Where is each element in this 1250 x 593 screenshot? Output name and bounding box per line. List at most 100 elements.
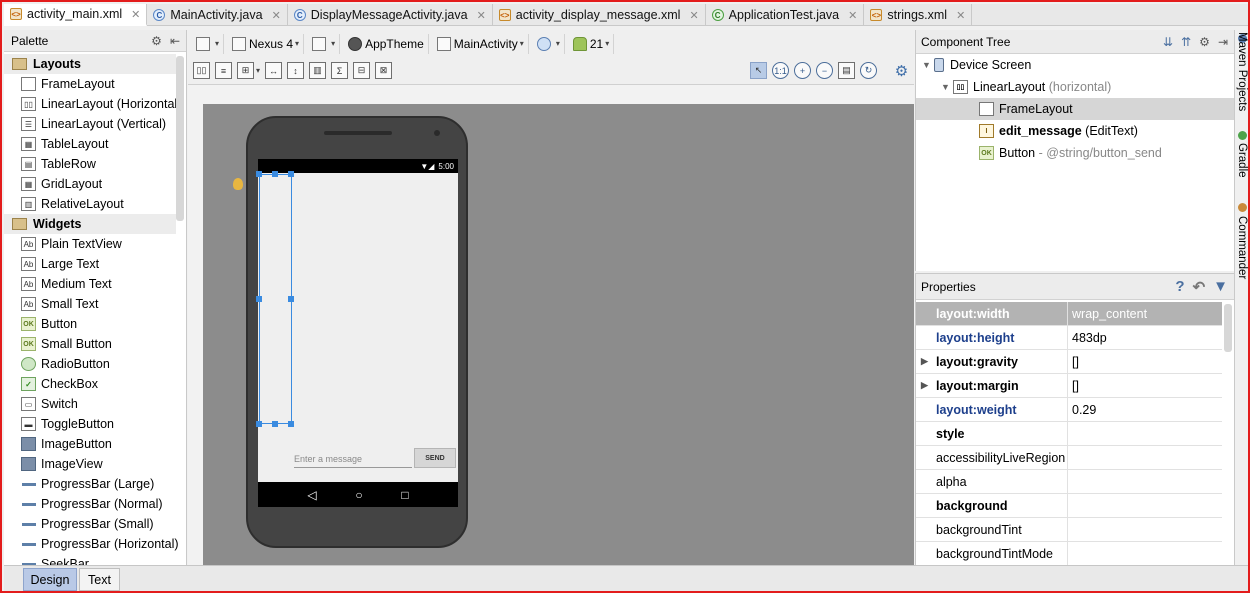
device-screen[interactable]: ▼◢ 5:00 Enter a message SEND ◁ ○ □ <box>256 159 458 507</box>
property-row[interactable]: backgroundTintMode <box>916 541 1222 565</box>
palette-item[interactable]: ☰ LinearLayout (Vertical) <box>4 114 176 134</box>
property-row[interactable]: layout:weight 0.29 <box>916 397 1222 422</box>
orientation-dropdown[interactable]: ▾ <box>308 33 341 54</box>
properties-scrollbar[interactable] <box>1224 304 1232 352</box>
device-dropdown[interactable]: Nexus 4 ▾ <box>228 33 305 54</box>
gear-icon[interactable]: ⚙ <box>151 34 162 48</box>
palette-item[interactable]: OK Button <box>4 314 176 334</box>
locale-dropdown[interactable]: ▾ <box>533 33 565 54</box>
maven-projects-tab[interactable]: Maven Projects <box>1236 32 1248 111</box>
gradle-tab[interactable]: Gradle <box>1236 143 1248 178</box>
palette-item[interactable]: OK Small Button <box>4 334 176 354</box>
undo-icon[interactable]: ↶ <box>1193 278 1206 296</box>
property-row[interactable]: backgroundTint <box>916 517 1222 542</box>
property-row[interactable]: layout:width wrap_content <box>916 301 1222 326</box>
palette-item[interactable]: FrameLayout <box>4 74 176 94</box>
settings-gear-icon[interactable]: ⚙ <box>893 62 910 80</box>
resize-handle[interactable] <box>256 421 262 427</box>
palette-item[interactable]: ▥ RelativeLayout <box>4 194 176 214</box>
property-row[interactable]: ▶ layout:gravity [] <box>916 349 1222 374</box>
refresh-icon[interactable]: ↻ <box>860 62 877 79</box>
palette-category-layouts[interactable]: Layouts <box>4 54 176 74</box>
design-canvas[interactable]: ▼◢ 5:00 Enter a message SEND ◁ ○ □ <box>188 85 914 565</box>
text-tab[interactable]: Text <box>79 568 120 591</box>
recents-icon[interactable]: □ <box>401 488 408 502</box>
filter-icon[interactable]: ▼ <box>1213 278 1228 296</box>
hide-panel-icon[interactable]: ⇥ <box>1218 35 1228 49</box>
toggle-width-icon[interactable]: ↔ <box>265 62 283 79</box>
activity-dropdown[interactable]: MainActivity ▾ <box>433 33 529 54</box>
palette-item[interactable]: ProgressBar (Small) <box>4 514 176 534</box>
palette-item[interactable]: ✓ CheckBox <box>4 374 176 394</box>
property-row[interactable]: background <box>916 493 1222 518</box>
property-row[interactable]: alpha <box>916 469 1222 494</box>
fill-dropdown-icon[interactable]: ⊞ <box>237 62 254 79</box>
horizontal-layout-icon[interactable]: ▯▯ <box>193 62 210 79</box>
palette-item[interactable]: ProgressBar (Horizontal) <box>4 534 179 554</box>
palette-item[interactable]: ▦ TableLayout <box>4 134 176 154</box>
close-icon[interactable]: ✕ <box>848 9 857 22</box>
resize-handle[interactable] <box>256 171 262 177</box>
tab-application-test-java[interactable]: C ApplicationTest.java ✕ <box>706 4 865 26</box>
resize-handle[interactable] <box>272 171 278 177</box>
tree-item-linear-layout[interactable]: ▼ ▯▯ LinearLayout (horizontal) <box>916 76 1234 98</box>
resize-handle[interactable] <box>256 296 262 302</box>
tree-item-frame-layout[interactable]: FrameLayout <box>916 98 1234 120</box>
tree-item-button[interactable]: OK Button - @string/button_send <box>916 142 1234 164</box>
palette-item[interactable]: ImageButton <box>4 434 176 454</box>
zoom-actual-icon[interactable]: 1:1 <box>772 62 789 79</box>
palette-item[interactable]: ▭ Switch <box>4 394 176 414</box>
resize-handle[interactable] <box>288 421 294 427</box>
layout-file-dropdown[interactable]: ▾ <box>192 33 225 54</box>
tab-activity-main-xml[interactable]: <> activity_main.xml ✕ <box>4 4 148 26</box>
hide-panel-icon[interactable]: ⇤ <box>170 34 180 48</box>
resize-handle[interactable] <box>288 296 294 302</box>
select-mode-icon[interactable]: ↖ <box>750 62 767 79</box>
palette-category-widgets[interactable]: Widgets <box>4 214 176 234</box>
zoom-out-icon[interactable]: − <box>816 62 833 79</box>
resize-handle[interactable] <box>272 421 278 427</box>
palette-item[interactable]: ▤ TableRow <box>4 154 176 174</box>
palette-item[interactable]: Ab Small Text <box>4 294 176 314</box>
sum-icon[interactable]: Σ <box>331 62 349 79</box>
help-icon[interactable]: ? <box>1175 278 1184 296</box>
expand-arrow-icon[interactable]: ▶ <box>921 356 928 367</box>
property-value[interactable]: 483dp <box>1068 331 1107 345</box>
gear-icon[interactable]: ⚙ <box>1199 35 1210 49</box>
lightbulb-icon[interactable] <box>233 178 243 190</box>
toggle-height-icon[interactable]: ↕ <box>287 62 305 79</box>
palette-item[interactable]: ▯▯ LinearLayout (Horizontal) <box>4 94 181 114</box>
screenshot-icon[interactable]: ▤ <box>838 62 855 79</box>
property-row[interactable]: ▶ layout:margin [] <box>916 373 1222 398</box>
chevron-down-icon[interactable]: ▾ <box>256 66 260 75</box>
weight-icon[interactable]: ▥ <box>309 62 327 79</box>
back-icon[interactable]: ◁ <box>307 488 316 502</box>
property-value[interactable]: 0.29 <box>1068 403 1096 417</box>
vertical-layout-icon[interactable]: ≡ <box>215 62 232 79</box>
home-icon[interactable]: ○ <box>355 488 362 502</box>
close-icon[interactable]: ✕ <box>956 9 965 22</box>
tree-item-device-screen[interactable]: ▼ Device Screen <box>916 54 1234 76</box>
palette-item[interactable]: SeekBar <box>4 554 176 565</box>
palette-item[interactable]: Ab Medium Text <box>4 274 176 294</box>
palette-scrollbar[interactable] <box>176 56 184 221</box>
close-icon[interactable]: ✕ <box>131 8 140 21</box>
theme-button[interactable]: AppTheme <box>344 33 429 54</box>
design-tab[interactable]: Design <box>23 568 77 591</box>
property-value[interactable]: [] <box>1068 379 1079 393</box>
tab-display-message-activity-java[interactable]: C DisplayMessageActivity.java ✕ <box>288 4 493 26</box>
zoom-in-icon[interactable]: + <box>794 62 811 79</box>
property-value[interactable]: wrap_content <box>1068 307 1147 321</box>
close-icon[interactable]: ✕ <box>477 9 486 22</box>
message-edit-text[interactable]: Enter a message <box>294 448 412 468</box>
expand-arrow-icon[interactable]: ▼ <box>941 82 953 92</box>
api-dropdown[interactable]: 21 ▾ <box>569 33 615 54</box>
property-row[interactable]: style <box>916 421 1222 446</box>
palette-item[interactable]: RadioButton <box>4 354 176 374</box>
palette-item[interactable]: ImageView <box>4 454 176 474</box>
clear-weights-icon[interactable]: ⊠ <box>375 62 393 79</box>
property-row[interactable]: layout:height 483dp <box>916 325 1222 350</box>
close-icon[interactable]: ✕ <box>689 9 698 22</box>
close-icon[interactable]: ✕ <box>272 9 281 22</box>
palette-item[interactable]: ▬ ToggleButton <box>4 414 176 434</box>
